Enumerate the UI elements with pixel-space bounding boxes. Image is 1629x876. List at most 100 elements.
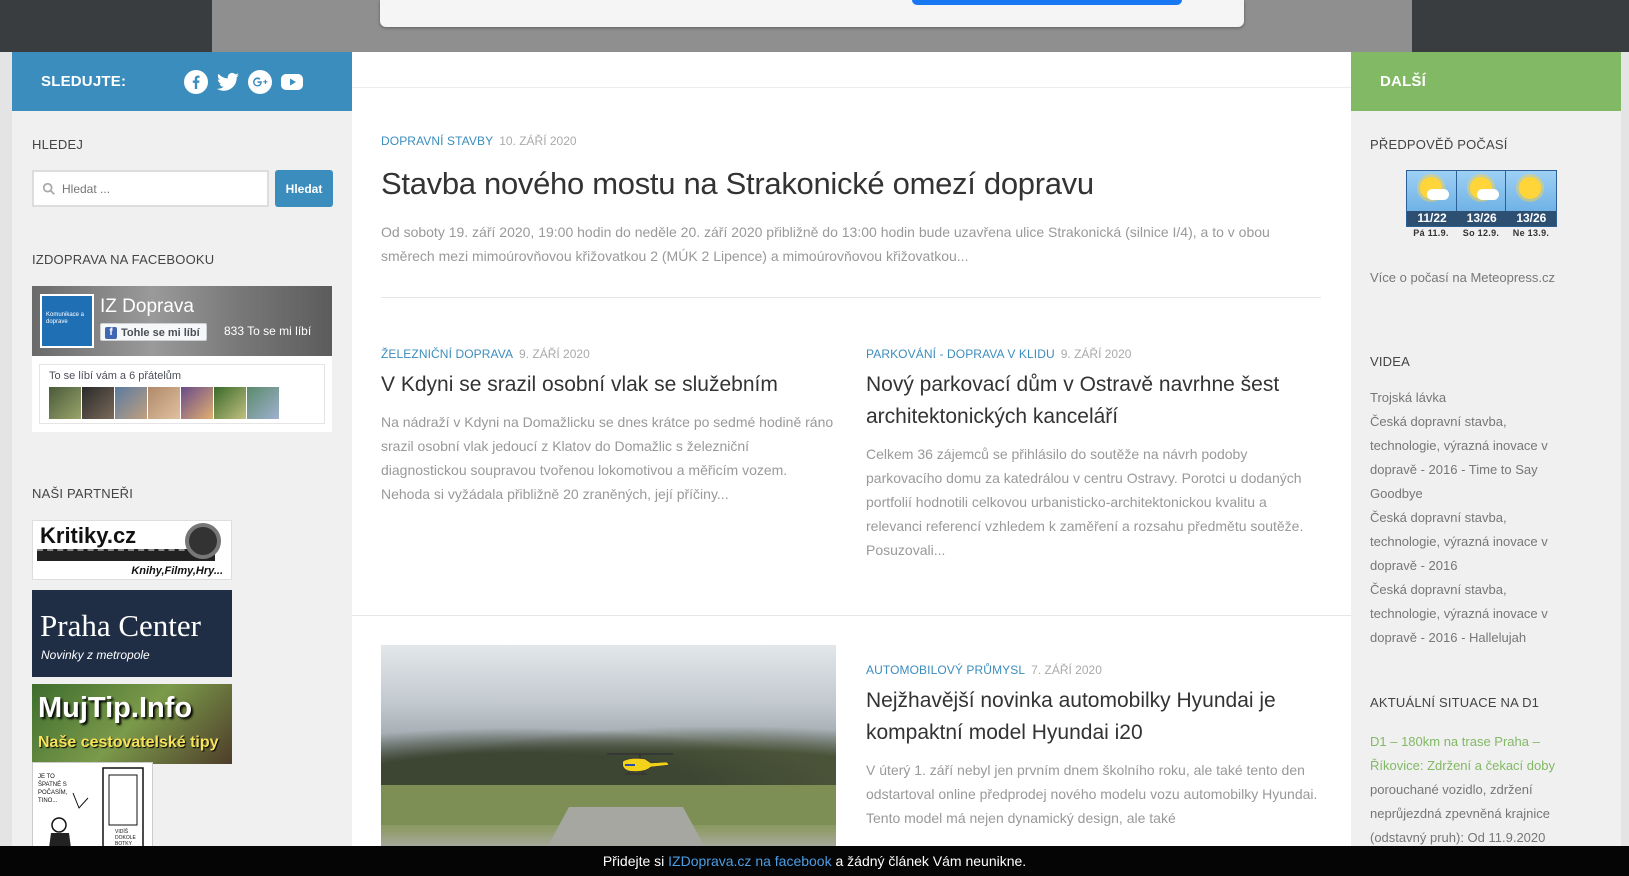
partners-widget-title: NAŠI PARTNEŘI <box>32 486 134 501</box>
article-date: 7. ZÁŘÍ 2020 <box>1031 663 1102 677</box>
cloud-icon <box>1476 189 1499 200</box>
facebook-friend-avatars <box>49 387 279 419</box>
d1-traffic-link[interactable]: D1 – 180km na trase Praha – Říkovice: Zd… <box>1370 734 1555 773</box>
partner-tagline: Knihy,Filmy,Hry... <box>131 565 223 577</box>
article-title[interactable]: Nový parkovací dům v Ostravě navrhne šes… <box>866 369 1321 433</box>
facebook-like-label: Tohle se mi líbí <box>121 326 200 339</box>
helicopter-icon <box>607 753 673 775</box>
promo-prefix: Přidejte si <box>602 853 665 869</box>
search-button[interactable]: Hledat <box>275 170 333 207</box>
avatar[interactable] <box>115 387 147 419</box>
weather-day: 13/26 <box>1456 171 1507 226</box>
avatar[interactable] <box>247 387 279 419</box>
weather-day: 13/26 <box>1506 171 1557 226</box>
partner-banner-mujtip[interactable]: MujTip.Info Naše cestovatelské tipy <box>32 684 232 764</box>
video-link[interactable]: Česká dopravní stavba, technologie, výra… <box>1370 506 1575 578</box>
partner-name: MujTip.Info <box>38 692 193 724</box>
facebook-page-name[interactable]: IZ Doprava <box>100 296 194 318</box>
article-card: ŽELEZNIČNÍ DOPRAVA 9. ZÁŘÍ 2020 V Kdyni s… <box>381 345 836 506</box>
videos-widget-title: VIDEA <box>1370 354 1411 369</box>
partner-tagline: Naše cestovatelské tipy <box>38 734 219 751</box>
video-link[interactable]: Česká dopravní stavba, technologie, výra… <box>1370 578 1575 650</box>
weather-widget-title: PŘEDPOVĚĎ POČASÍ <box>1370 137 1508 152</box>
featured-article: DOPRAVNÍ STAVBY 10. ZÁŘÍ 2020 Stavba nové… <box>381 132 1321 268</box>
follow-header: SLEDUJTE: <box>12 52 352 111</box>
partner-tagline: Novinky z metropole <box>41 648 150 662</box>
video-link[interactable]: Trojská lávka <box>1370 386 1575 410</box>
top-bar <box>0 0 1629 52</box>
cloud-icon <box>1427 189 1449 200</box>
d1-widget-title: AKTUÁLNÍ SITUACE NA D1 <box>1370 695 1540 710</box>
article-category[interactable]: AUTOMOBILOVÝ PRŮMYSL <box>866 663 1025 677</box>
article-excerpt: Celkem 36 zájemců se přihlásilo do soutě… <box>866 446 1304 558</box>
comic-caption-text: VIDÍŠ DOKOLE BOTKY <box>115 829 136 847</box>
article-card: PARKOVÁNÍ - DOPRAVA V KLIDU 9. ZÁŘÍ 2020 … <box>866 345 1321 562</box>
article-excerpt: V úterý 1. září nebyl jen prvním dnem šk… <box>866 762 1318 826</box>
article-category[interactable]: ŽELEZNIČNÍ DOPRAVA <box>381 347 513 361</box>
facebook-like-button[interactable]: f Tohle se mi líbí <box>100 323 207 341</box>
social-links <box>184 69 304 94</box>
facebook-small-icon: f <box>105 326 117 339</box>
avatar[interactable] <box>148 387 180 419</box>
left-sidebar: SLEDUJTE: HLEDEJ Hledat IZDOPRAVA NA FAC… <box>12 52 352 876</box>
avatar[interactable] <box>214 387 246 419</box>
avatar[interactable] <box>181 387 213 419</box>
weather-temp: 13/26 <box>1456 211 1507 226</box>
search-input[interactable] <box>62 181 252 196</box>
featured-article-title[interactable]: Stavba nového mostu na Strakonické omezí… <box>381 164 1321 204</box>
partner-banner-praha[interactable]: Praha Center Novinky z metropole <box>32 590 232 677</box>
right-sidebar-header: DALŠÍ <box>1351 52 1621 111</box>
weather-day-label: Pá 11.9. <box>1413 228 1449 238</box>
article-date: 9. ZÁŘÍ 2020 <box>1060 347 1132 361</box>
right-sidebar-header-label: DALŠÍ <box>1380 73 1426 90</box>
facebook-friends-text: To se líbí vám a 6 přátelům <box>49 370 182 382</box>
facebook-promo-bar: Přidejte si IZDoprava.cz na facebook a ž… <box>0 846 1629 876</box>
article-date: 9. ZÁŘÍ 2020 <box>519 347 590 361</box>
avatar[interactable] <box>49 387 81 419</box>
weather-days: 11/22 13/26 13/26 <box>1406 170 1557 227</box>
twitter-icon[interactable] <box>216 70 240 94</box>
partner-name: Kritiky.cz <box>40 523 137 548</box>
article-excerpt: Na nádraží v Kdyni na Domažlicku se dnes… <box>381 414 834 502</box>
article-thumbnail-helicopter[interactable] <box>381 645 836 876</box>
partner-name: Praha Center <box>40 608 201 643</box>
popup-action-button[interactable] <box>912 0 1182 5</box>
search-widget-title: HLEDEJ <box>32 137 84 152</box>
facebook-widget-title: IZDOPRAVA NA FACEBOOKU <box>32 252 215 267</box>
top-popup-card <box>380 0 1244 27</box>
article-excerpt: Od soboty 19. září 2020, 19:00 hodin do … <box>381 224 1270 264</box>
search-box <box>32 170 269 207</box>
main-header-spacer <box>352 52 1351 88</box>
article-title[interactable]: V Kdyni se srazil osobní vlak se služebn… <box>381 369 836 401</box>
facebook-icon[interactable] <box>184 69 209 94</box>
article-category[interactable]: PARKOVÁNÍ - DOPRAVA V KLIDU <box>866 347 1055 361</box>
avatar[interactable] <box>82 387 114 419</box>
article-card: AUTOMOBILOVÝ PRŮMYSL 7. ZÁŘÍ 2020 Nejžhav… <box>866 661 1321 830</box>
weather-temp: 11/22 <box>1407 211 1457 226</box>
weather-forecast-widget[interactable]: 11/22 13/26 13/26 Pá 11.9. So 12.9. Ne 1… <box>1406 170 1557 238</box>
divider <box>352 615 1351 616</box>
article-title[interactable]: Nejžhavější novinka automobilky Hyundai … <box>866 685 1321 749</box>
facebook-page-logo[interactable]: Komunikace a doprave <box>40 294 94 348</box>
sun-icon <box>1519 177 1542 199</box>
main-content: DOPRAVNÍ STAVBY 10. ZÁŘÍ 2020 Stavba nové… <box>352 52 1351 876</box>
youtube-icon[interactable] <box>280 70 304 94</box>
partner-banner-kritiky[interactable]: Kritiky.cz Knihy,Filmy,Hry... <box>32 520 232 580</box>
d1-traffic-text: porouchané vozidlo, zdržení neprůjezdná … <box>1370 782 1550 845</box>
article-category[interactable]: DOPRAVNÍ STAVBY <box>381 134 493 148</box>
film-reel-icon <box>185 523 221 559</box>
right-sidebar: DALŠÍ PŘEDPOVĚĎ POČASÍ 11/22 13/26 13/26… <box>1351 52 1621 876</box>
d1-traffic-item: D1 – 180km na trase Praha – Říkovice: Zd… <box>1370 730 1575 850</box>
video-link[interactable]: Česká dopravní stavba, technologie, výra… <box>1370 410 1575 506</box>
promo-suffix: a žádný článek Vám neunikne. <box>835 853 1027 869</box>
google-plus-icon[interactable] <box>248 69 273 94</box>
weather-temp: 13/26 <box>1506 211 1557 226</box>
weather-day-label: So 12.9. <box>1462 228 1500 238</box>
promo-facebook-link[interactable]: na facebook <box>755 853 831 869</box>
article-date: 10. ZÁŘÍ 2020 <box>499 134 577 148</box>
meteopress-link[interactable]: Více o počasí na Meteopress.cz <box>1370 266 1570 290</box>
promo-site-link[interactable]: IZDoprava.cz <box>668 853 751 869</box>
facebook-like-count: 833 To se mi líbí <box>224 324 312 338</box>
follow-label: SLEDUJTE: <box>41 73 127 90</box>
weather-day: 11/22 <box>1407 171 1457 226</box>
